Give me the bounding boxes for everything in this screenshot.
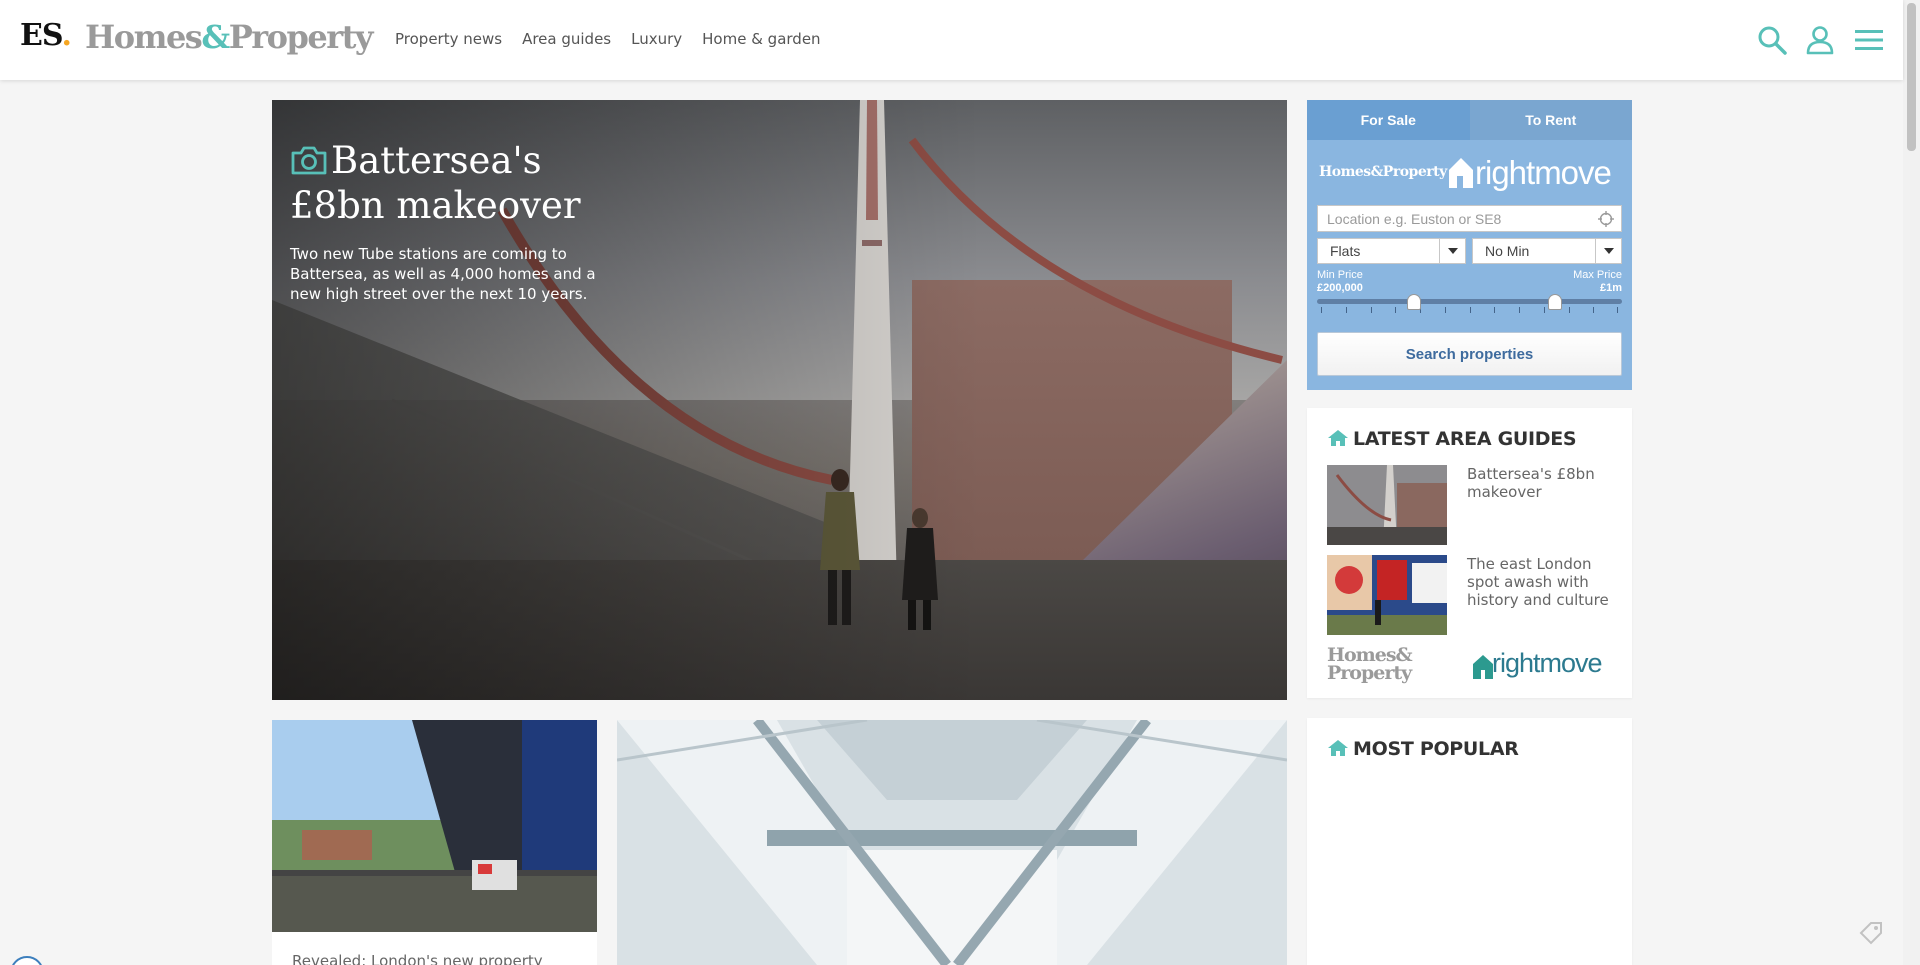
area-guide-title[interactable]: Battersea's £8bn makeover — [1467, 465, 1617, 501]
property-search-widget: For Sale To Rent Homes&Property rightmov… — [1307, 100, 1632, 390]
house-icon — [1328, 740, 1348, 756]
hero-title[interactable]: Battersea's £8bn makeover — [290, 138, 630, 228]
latest-area-guides-card: LATEST AREA GUIDES Battersea's £8bn make… — [1307, 408, 1632, 698]
homes-property-logo[interactable]: Homes&Property — [85, 18, 373, 56]
most-popular-title: MOST POPULAR — [1327, 738, 1519, 760]
rightmove-logo-icon — [1449, 158, 1473, 188]
area-guides-title: LATEST AREA GUIDES — [1327, 428, 1577, 450]
hero-article[interactable]: Battersea's £8bn makeover Two new Tube st… — [272, 100, 1287, 700]
page-scrollbar[interactable] — [1903, 0, 1920, 965]
min-price-value: £200,000 — [1317, 282, 1363, 294]
search-brand-homes-property: Homes&Property — [1319, 164, 1447, 180]
rightmove-logo-icon — [1473, 655, 1493, 679]
price-slider-ticks — [1321, 307, 1618, 315]
article-image — [272, 720, 597, 932]
tag-icon[interactable] — [1858, 920, 1884, 946]
search-icon[interactable] — [1756, 24, 1788, 56]
area-guide-thumbnail — [1327, 555, 1447, 635]
max-price-handle[interactable] — [1548, 294, 1562, 310]
house-icon — [1328, 430, 1348, 446]
accessibility-icon[interactable] — [10, 956, 44, 965]
scrollbar-thumb[interactable] — [1907, 3, 1916, 151]
min-bedrooms-select[interactable]: No Min — [1472, 238, 1622, 264]
tab-for-sale[interactable]: For Sale — [1307, 100, 1470, 140]
price-slider-track[interactable] — [1317, 299, 1622, 304]
nav-area-guides[interactable]: Area guides — [522, 30, 611, 48]
feature-article-image[interactable] — [617, 720, 1287, 965]
footer-homes-property-logo[interactable]: Homes& Property — [1327, 646, 1413, 683]
nav-luxury[interactable]: Luxury — [631, 30, 682, 48]
property-type-value: Flats — [1330, 243, 1361, 259]
chevron-down-icon — [1439, 239, 1465, 263]
search-properties-button[interactable]: Search properties — [1317, 332, 1622, 376]
most-popular-card: MOST POPULAR — [1307, 718, 1632, 965]
es-logo[interactable]: ES. — [20, 18, 72, 53]
nav-property-news[interactable]: Property news — [395, 30, 502, 48]
footer-rightmove-logo[interactable]: rightmove — [1492, 648, 1603, 679]
chevron-down-icon — [1595, 239, 1621, 263]
article-caption[interactable]: Revealed: London's new property — [292, 952, 582, 965]
area-guide-title[interactable]: The east London spot awash with history … — [1467, 555, 1617, 609]
location-target-icon[interactable] — [1598, 211, 1614, 227]
max-price-label-group: Max Price £1m — [1573, 269, 1622, 295]
hero-subtitle: Two new Tube stations are coming to Batt… — [290, 245, 596, 303]
search-brand-rightmove: rightmove — [1475, 154, 1612, 191]
max-price-value: £1m — [1599, 282, 1622, 294]
max-price-label: Max Price — [1573, 269, 1622, 281]
hero-text: Battersea's £8bn makeover Two new Tube st… — [290, 138, 630, 304]
site-header: ES. Homes&Property Property news Area gu… — [0, 0, 1903, 80]
article-card[interactable]: Revealed: London's new property — [272, 720, 597, 965]
min-price-handle[interactable] — [1407, 294, 1421, 310]
search-brand: Homes&Property rightmove — [1319, 152, 1619, 192]
min-bedrooms-value: No Min — [1485, 243, 1530, 259]
min-price-label-group: Min Price £200,000 — [1317, 269, 1363, 295]
menu-icon[interactable] — [1853, 24, 1885, 56]
property-type-select[interactable]: Flats — [1317, 238, 1466, 264]
area-guide-thumbnail — [1327, 465, 1447, 545]
tab-to-rent[interactable]: To Rent — [1469, 100, 1632, 140]
nav-home-garden[interactable]: Home & garden — [702, 30, 820, 48]
user-icon[interactable] — [1804, 24, 1836, 56]
search-tabs: For Sale To Rent — [1307, 100, 1632, 140]
area-guide-item[interactable]: Battersea's £8bn makeover — [1327, 465, 1617, 545]
main-nav: Property news Area guides Luxury Home & … — [395, 30, 821, 48]
location-input[interactable] — [1317, 205, 1622, 232]
area-guide-item[interactable]: The east London spot awash with history … — [1327, 555, 1617, 635]
min-price-label: Min Price — [1317, 269, 1363, 281]
camera-icon — [291, 146, 327, 175]
